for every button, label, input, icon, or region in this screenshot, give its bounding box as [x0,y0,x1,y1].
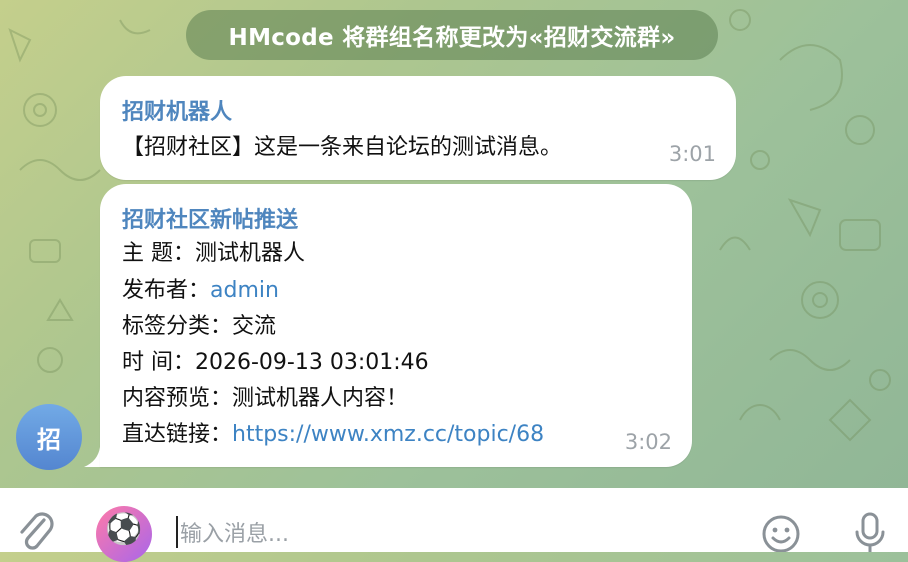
smiley-icon[interactable] [758,510,804,552]
group-rename-service-message: HMcode 将群组名称更改为«招财交流群» [186,10,718,60]
message-bubble[interactable]: 招财机器人 【招财社区】这是一条来自论坛的测试消息。 3:01 [100,76,736,180]
soccer-ball-icon: ⚽ [105,512,143,547]
post-preview-line: 内容预览：测试机器人内容！ [122,381,408,417]
post-link-label: 直达链接： [122,422,233,447]
message-input-wrapper [174,510,740,552]
microphone-icon[interactable] [852,510,888,552]
publisher-link[interactable]: admin [210,278,279,303]
message-input[interactable] [174,516,740,552]
message-sender[interactable]: 招财社区新帖推送 [122,202,298,234]
post-preview-label: 内容预览： [122,386,233,411]
post-link-line: 直达链接：https://www.xmz.cc/topic/68 [122,417,544,453]
post-time-label: 时 间： [122,350,195,375]
post-time-value: 2026-09-13 03:01:46 [195,350,429,375]
post-time-line: 时 间：2026-09-13 03:01:46 [122,345,429,381]
post-tags-label: 标签分类： [122,314,233,339]
post-preview-value: 测试机器人内容！ [232,386,409,411]
message-time: 3:01 [668,142,716,166]
post-subject-line: 主 题：测试机器人 [122,236,305,272]
post-tags-value: 交流 [232,314,277,339]
message-text: 【招财社区】这是一条来自论坛的测试消息。 [122,135,563,160]
chat-area: HMcode 将群组名称更改为«招财交流群» 招财机器人 【招财社区】这是一条来… [0,0,908,488]
paperclip-icon[interactable] [16,508,56,552]
topic-link[interactable]: https://www.xmz.cc/topic/68 [232,422,544,447]
sender-avatar[interactable]: 招 [16,404,82,470]
post-tags-line: 标签分类：交流 [122,309,276,345]
message-bubble[interactable]: 招财社区新帖推送 主 题：测试机器人 发布者：admin 标签分类：交流 时 间… [100,184,692,467]
post-subject-label: 主 题： [122,241,195,266]
post-subject-value: 测试机器人 [195,241,306,266]
post-publisher-label: 发布者： [122,278,211,303]
bot-menu-avatar[interactable]: ⚽ [96,506,152,562]
message-time: 3:02 [624,430,672,454]
message-sender[interactable]: 招财机器人 [122,94,232,126]
post-publisher-line: 发布者：admin [122,273,279,309]
